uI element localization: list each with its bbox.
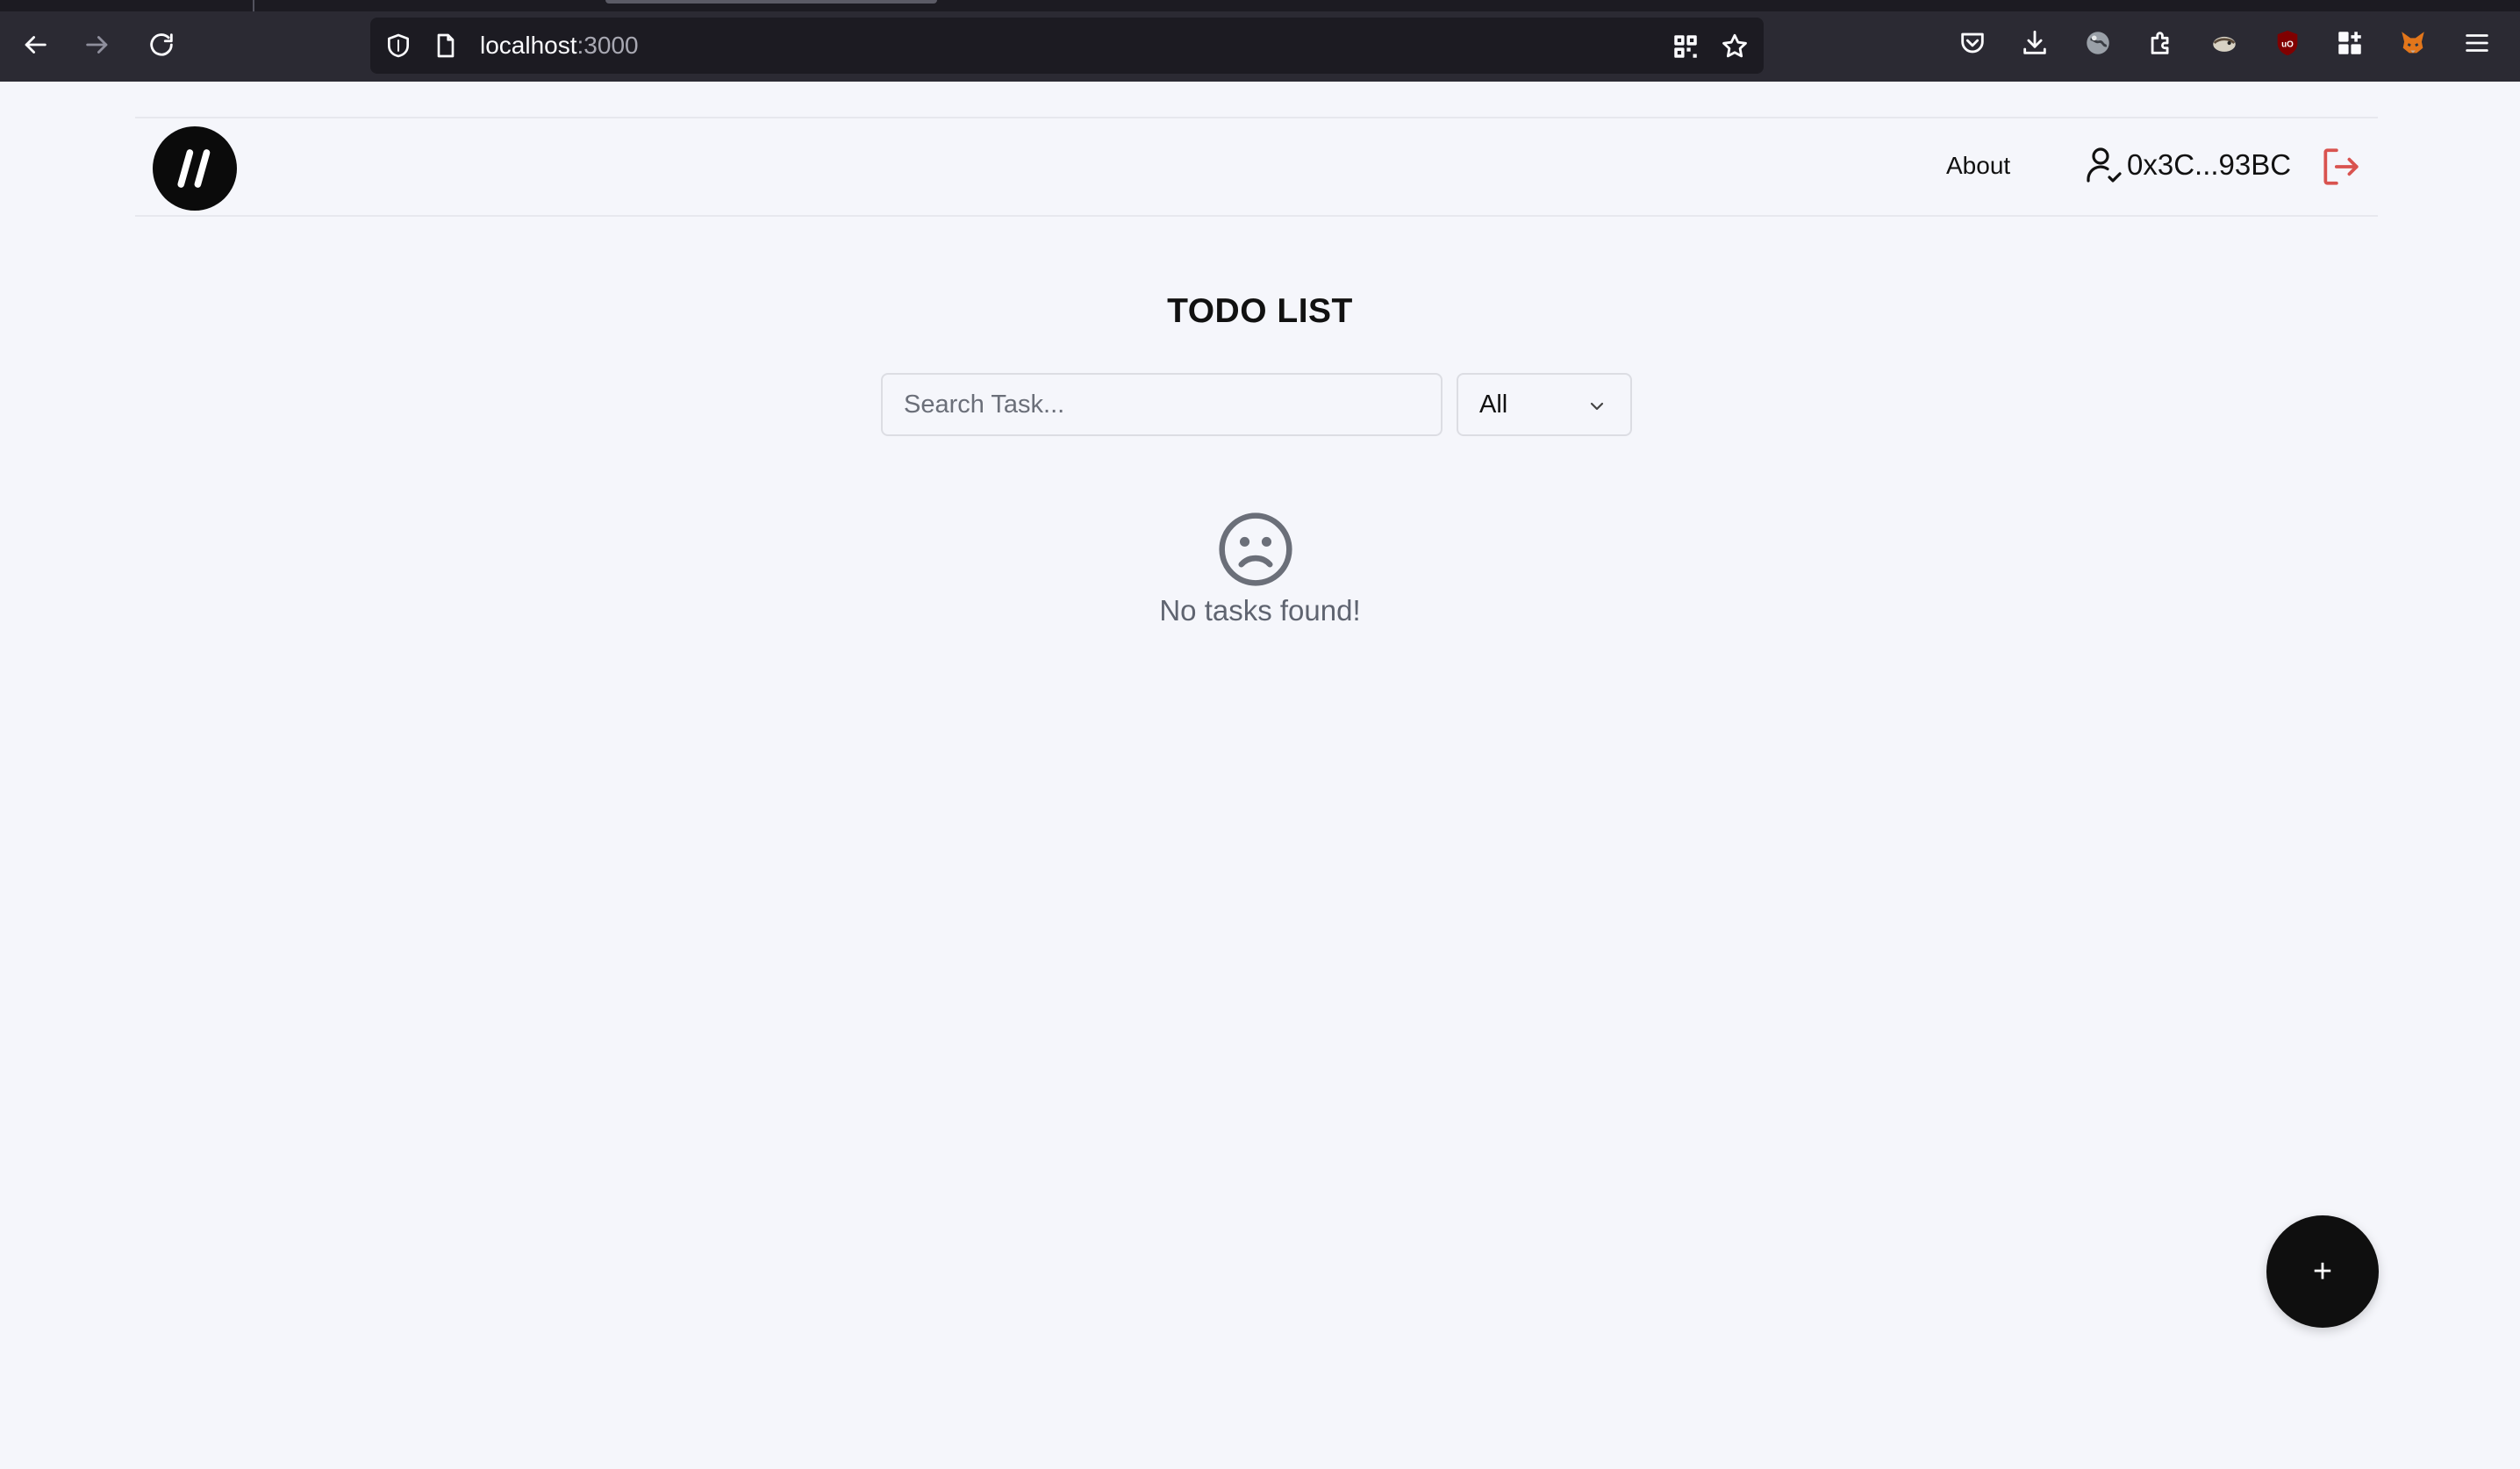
user-account[interactable]: 0x3C...93BC [2083,145,2291,185]
tab-strip [0,0,2520,11]
add-task-button[interactable]: + [2266,1215,2379,1328]
svg-text:uO: uO [2281,39,2294,49]
tab-active[interactable] [253,0,2520,11]
logout-button[interactable] [2318,145,2362,189]
download-icon [2023,30,2046,54]
url-host: localhost [480,32,577,59]
pocket-button[interactable] [1958,28,1987,58]
filter-selected-value: All [1479,390,1508,419]
url-text[interactable]: localhost:3000 [480,32,639,60]
menu-button[interactable] [2462,28,2492,58]
logout-icon [2323,148,2359,185]
app-page: About 0x3C...93BC TODO LIST All No tasks… [0,82,2520,1469]
extension-bird-button[interactable] [2209,28,2239,58]
page-icon[interactable] [432,32,460,60]
chevron-down-icon [1590,402,1604,411]
app-header: About 0x3C...93BC [135,117,2378,217]
empty-state-message: No tasks found! [1159,594,1361,627]
tab-indicator [605,0,937,4]
user-address: 0x3C...93BC [2127,148,2292,181]
reload-button[interactable] [141,25,182,65]
shield-icon[interactable] [384,32,412,60]
reload-icon [150,33,173,56]
bookmark-star-icon[interactable] [1720,32,1750,61]
url-port: :3000 [576,32,639,59]
url-bar[interactable]: localhost:3000 [370,18,1764,74]
extension-grid-icon [2338,32,2361,54]
sad-face-icon [1219,512,1292,586]
ublock-button[interactable]: uO [2273,28,2302,58]
double-slash-logo-icon [177,149,211,188]
forward-button[interactable] [77,25,118,65]
extension-grid-button[interactable] [2335,28,2365,58]
browser-toolbar: localhost:3000 uO [0,0,2520,82]
back-button[interactable] [15,25,55,65]
back-icon [25,36,47,54]
extensions-puzzle-icon [2151,32,2169,54]
menu-icon [2466,34,2488,52]
user-check-icon [2087,147,2122,183]
forward-icon [86,36,108,54]
extension-globe-button[interactable] [2083,28,2113,58]
ublock-icon: uO [2277,30,2298,56]
metamask-button[interactable] [2398,28,2428,58]
metamask-fox-icon [2402,32,2424,54]
qr-code-icon[interactable] [1671,32,1700,61]
extension-bird-icon [2213,36,2236,52]
nav-about-link[interactable]: About [1946,150,2010,182]
extensions-button[interactable] [2146,28,2176,58]
logo[interactable] [153,126,237,211]
page-title: TODO LIST [1167,292,1353,330]
download-button[interactable] [2020,28,2050,58]
extension-globe-icon [2087,32,2109,54]
search-input[interactable] [881,373,1443,436]
pocket-icon [1961,32,1984,54]
status-filter-select[interactable]: All [1457,373,1632,436]
